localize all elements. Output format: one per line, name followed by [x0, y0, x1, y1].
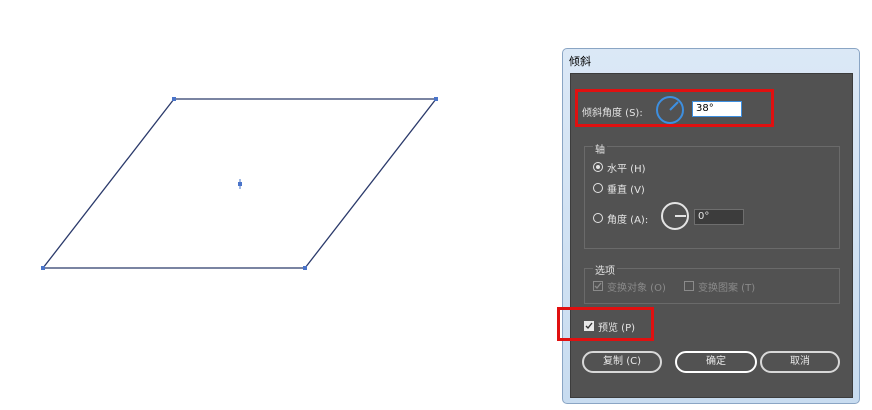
- axis-vertical-radio[interactable]: [593, 183, 603, 193]
- checkmark-icon: [594, 282, 602, 290]
- axis-vertical-label[interactable]: 垂直 (V): [607, 181, 645, 196]
- anchor-point-top-right[interactable]: [434, 97, 438, 101]
- cancel-button[interactable]: 取消: [760, 351, 840, 373]
- axis-angle-dial[interactable]: [661, 202, 689, 230]
- ok-button[interactable]: 确定: [675, 351, 757, 373]
- transform-patterns-checkbox[interactable]: [684, 281, 694, 291]
- anchor-point-bottom-right[interactable]: [303, 266, 307, 270]
- center-point: [238, 179, 242, 189]
- artboard-canvas[interactable]: [0, 0, 560, 410]
- dialog-body: 倾斜角度 (S): 38° 轴 水平 (H) 垂直 (V) 角度 (A): 0°…: [570, 73, 853, 398]
- axis-horizontal-radio[interactable]: [593, 162, 603, 172]
- skew-angle-label: 倾斜角度 (S):: [582, 108, 643, 119]
- preview-checkbox[interactable]: [584, 321, 594, 331]
- dial-needle-icon: [675, 215, 686, 217]
- checkmark-icon: [585, 322, 593, 330]
- preview-label[interactable]: 预览 (P): [598, 319, 635, 334]
- axis-group-label: 轴: [593, 141, 607, 156]
- copy-button[interactable]: 复制 (C): [582, 351, 662, 373]
- dialog-title: 倾斜: [569, 55, 591, 68]
- transform-patterns-label[interactable]: 变换图案 (T): [698, 279, 755, 294]
- skew-angle-input[interactable]: 38°: [692, 101, 742, 117]
- axis-angle-input[interactable]: 0°: [694, 209, 744, 225]
- transform-objects-label[interactable]: 变换对象 (O): [607, 279, 666, 294]
- transform-objects-checkbox[interactable]: [593, 281, 603, 291]
- axis-angle-label[interactable]: 角度 (A):: [607, 211, 648, 226]
- anchor-point-top-left[interactable]: [172, 97, 176, 101]
- skew-angle-dial[interactable]: [656, 96, 684, 124]
- skew-dialog: 倾斜 倾斜角度 (S): 38° 轴 水平 (H) 垂直 (V) 角度 (A):…: [562, 48, 860, 404]
- axis-horizontal-label[interactable]: 水平 (H): [607, 160, 646, 175]
- axis-angle-radio[interactable]: [593, 213, 603, 223]
- options-group-label: 选项: [593, 262, 617, 277]
- dial-needle-icon: [669, 101, 679, 111]
- anchor-point-bottom-left[interactable]: [41, 266, 45, 270]
